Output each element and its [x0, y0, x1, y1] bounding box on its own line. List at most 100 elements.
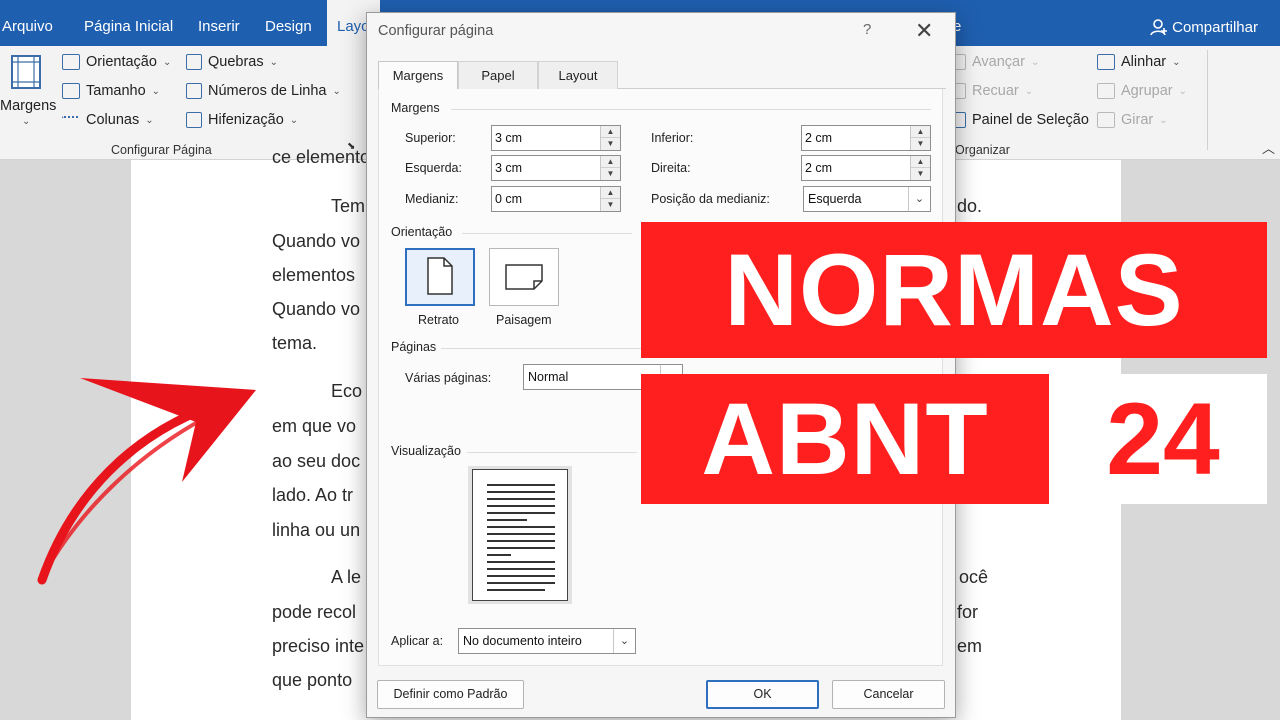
section-orientation: Orientação: [391, 225, 453, 239]
line-numbers-button[interactable]: Números de Linha ⌄: [186, 83, 341, 99]
gutter-position-label: Posição da medianiz:: [651, 192, 770, 206]
person-icon: [1150, 19, 1168, 36]
rotate-button[interactable]: Girar ⌄: [1097, 112, 1168, 128]
down-arrow-icon[interactable]: ▼: [601, 199, 620, 211]
chevron-down-icon: ⌄: [613, 629, 635, 653]
align-button[interactable]: Alinhar ⌄: [1097, 54, 1181, 70]
collapse-ribbon-icon[interactable]: ︿: [1262, 138, 1275, 157]
up-arrow-icon[interactable]: ▲: [601, 156, 620, 168]
top-margin-label: Superior:: [405, 131, 456, 145]
doc-line: elementos: [272, 265, 356, 285]
doc-line: A le: [331, 567, 362, 587]
left-margin-stepper[interactable]: 3 cm ▲ ▼: [491, 155, 621, 181]
banner-line1: NORMAS: [724, 233, 1184, 347]
down-arrow-icon[interactable]: ▼: [911, 138, 930, 150]
section-preview: Visualização: [391, 444, 461, 458]
tab-inserir[interactable]: Inserir: [198, 0, 240, 46]
chevron-down-icon: ⌄: [269, 56, 279, 68]
chevron-down-icon: ⌄: [1030, 56, 1040, 68]
send-backward-label: Recuar: [972, 83, 1019, 99]
tab-layout-dialog[interactable]: Layout: [538, 61, 618, 89]
doc-line: for: [957, 602, 979, 622]
up-arrow-icon[interactable]: ▲: [911, 126, 930, 138]
chevron-down-icon: ⌄: [332, 85, 341, 97]
margins-label[interactable]: Margens: [0, 98, 56, 114]
margins-icon: [11, 55, 41, 89]
apply-to-select[interactable]: No documento inteiro ⌄: [458, 628, 636, 654]
hyphenation-icon: [186, 112, 202, 128]
apply-to-label: Aplicar a:: [391, 634, 444, 648]
ribbon-divider: [1207, 50, 1208, 150]
tab-pagina-inicial[interactable]: Página Inicial: [84, 0, 173, 46]
tab-papel[interactable]: Papel: [458, 61, 538, 89]
bring-forward-label: Avançar: [972, 54, 1025, 70]
rotate-icon: [1097, 112, 1115, 128]
chevron-down-icon: ⌄: [1172, 56, 1181, 68]
hyphenation-button[interactable]: Hifenização ⌄: [186, 112, 298, 128]
selection-pane-button[interactable]: Painel de Seleção: [948, 112, 1089, 128]
set-default-button[interactable]: Definir como Padrão: [377, 680, 524, 709]
share-button[interactable]: Compartilhar: [1150, 18, 1258, 36]
chevron-down-icon: ⌄: [1178, 85, 1187, 97]
selection-pane-label: Painel de Seleção: [972, 112, 1089, 128]
portrait-option[interactable]: [405, 248, 475, 306]
group-label-page-setup: Configurar Página: [111, 143, 212, 157]
gutter-position-value: Esquerda: [808, 192, 862, 206]
up-arrow-icon[interactable]: ▲: [911, 156, 930, 168]
section-pages: Páginas: [391, 340, 437, 354]
size-button[interactable]: Tamanho ⌄: [62, 83, 160, 99]
down-arrow-icon[interactable]: ▼: [601, 168, 620, 180]
bring-forward-button[interactable]: Avançar ⌄: [948, 54, 1039, 70]
banner-abnt: ABNT: [641, 374, 1049, 504]
section-divider: [451, 109, 931, 110]
bottom-margin-stepper[interactable]: 2 cm ▲ ▼: [801, 125, 931, 151]
chevron-down-icon: ⌄: [1024, 85, 1034, 97]
orientation-button[interactable]: Orientação ⌄: [62, 54, 171, 70]
down-arrow-icon[interactable]: ▼: [911, 168, 930, 180]
section-divider: [441, 348, 641, 349]
tab-design[interactable]: Design: [265, 0, 312, 46]
close-button[interactable]: ✕: [915, 18, 933, 44]
size-icon: [62, 83, 80, 99]
rotate-label: Girar: [1121, 112, 1154, 128]
bottom-margin-label: Inferior:: [651, 131, 694, 145]
gutter-position-select[interactable]: Esquerda ⌄: [803, 186, 931, 212]
banner-normas: NORMAS: [641, 222, 1267, 358]
landscape-option[interactable]: [489, 248, 559, 306]
gutter-stepper[interactable]: 0 cm ▲ ▼: [491, 186, 621, 212]
columns-button[interactable]: Colunas ⌄: [62, 112, 154, 128]
doc-line: Quando vo: [272, 299, 361, 319]
top-margin-value: 3 cm: [495, 131, 523, 145]
right-margin-stepper[interactable]: 2 cm ▲ ▼: [801, 155, 931, 181]
columns-icon: [62, 116, 80, 124]
doc-line: Tem: [331, 196, 366, 216]
chevron-down-icon: ⌄: [22, 116, 31, 127]
gutter-label: Medianiz:: [405, 192, 459, 206]
size-label: Tamanho: [86, 83, 146, 99]
down-arrow-icon[interactable]: ▼: [601, 138, 620, 150]
group-icon: [1097, 83, 1115, 99]
help-button[interactable]: ?: [863, 21, 871, 38]
tab-margens[interactable]: Margens: [378, 61, 458, 90]
doc-line: Eco: [331, 381, 363, 401]
group-button[interactable]: Agrupar ⌄: [1097, 83, 1187, 99]
left-margin-value: 3 cm: [495, 161, 523, 175]
send-backward-button[interactable]: Recuar ⌄: [948, 83, 1033, 99]
chevron-down-icon: ⌄: [151, 85, 161, 97]
margins-button[interactable]: [10, 54, 42, 95]
preview-sheet: [472, 469, 568, 601]
up-arrow-icon[interactable]: ▲: [601, 126, 620, 138]
section-divider: [462, 233, 632, 234]
doc-line: que ponto: [272, 670, 353, 690]
columns-label: Colunas: [86, 112, 140, 128]
ok-button[interactable]: OK: [706, 680, 819, 709]
breaks-button[interactable]: Quebras ⌄: [186, 54, 278, 70]
cancel-button[interactable]: Cancelar: [832, 680, 945, 709]
group-label-arrange: Organizar: [955, 143, 1010, 157]
doc-line: do.: [957, 196, 983, 216]
doc-line: ce elemento: [272, 147, 371, 167]
up-arrow-icon[interactable]: ▲: [601, 187, 620, 199]
top-margin-stepper[interactable]: 3 cm ▲ ▼: [491, 125, 621, 151]
chevron-down-icon: ⌄: [289, 114, 299, 126]
tab-arquivo[interactable]: Arquivo: [2, 0, 53, 46]
